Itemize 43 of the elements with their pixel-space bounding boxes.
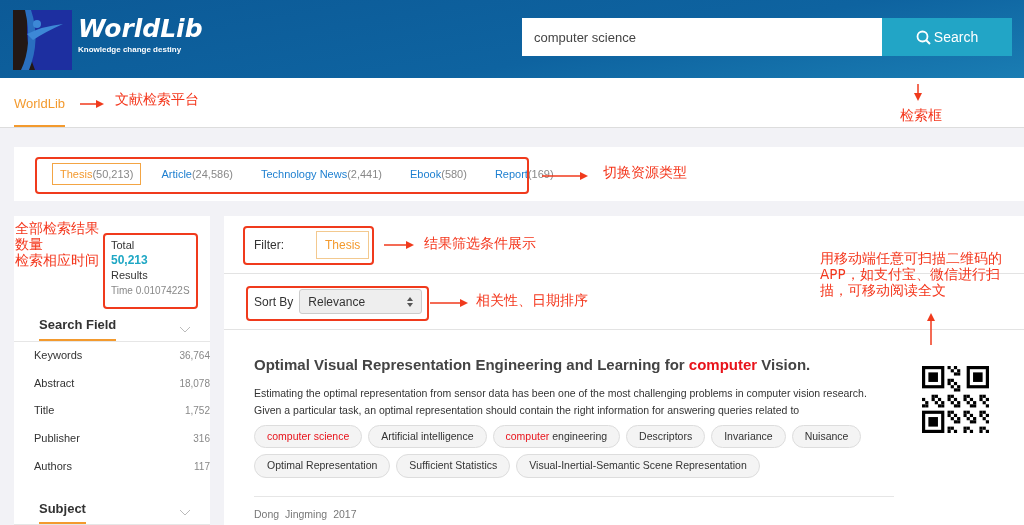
sort-select[interactable]: Relevance [299, 289, 423, 314]
resource-tab[interactable]: Thesis(50,213) [52, 162, 142, 186]
filter-label: Filter: [254, 236, 284, 254]
keyword-tag[interactable]: Nuisance [791, 424, 862, 449]
facet-title: Subject [39, 493, 86, 525]
author-name[interactable]: Dong [254, 507, 280, 523]
search-time: Time 0.0107422S [111, 284, 191, 298]
author-name[interactable]: Jingming [285, 507, 328, 523]
result-title[interactable]: Optimal Visual Representation Engineering and Learning for computer Vision. [254, 354, 894, 377]
annotation-text: 文献检索平台 [115, 91, 199, 107]
keyword-tag[interactable]: computer engineering [492, 424, 621, 449]
facet-item[interactable]: Keywords 36,764 [14, 341, 210, 370]
keyword-tag[interactable]: Visual-Inertial-Semantic Scene Representation [516, 454, 760, 478]
logo-tagline: Knowledge change destiny [78, 44, 183, 56]
annotation-text: 检索框 [900, 107, 942, 123]
results-label: Results [111, 268, 149, 283]
annotation-text: 相关性、日期排序 [476, 292, 588, 308]
keyword-tag[interactable]: Descriptors [626, 424, 706, 449]
total-count: 50,213 [111, 253, 149, 268]
keyword-tag[interactable]: Optimal Representation [254, 454, 391, 478]
logo-title: WorldLib [78, 16, 203, 41]
search-field[interactable]: computer science [522, 18, 882, 56]
annotation-text: 切换资源类型 [603, 164, 687, 180]
keyword-tag[interactable]: Sufficient Statistics [396, 454, 511, 478]
facet-item[interactable]: Authors 117 [14, 452, 210, 480]
facet-item[interactable]: Abstract 18,078 [14, 369, 210, 397]
facet-item[interactable]: Title 1,752 [14, 396, 210, 425]
keyword-tag[interactable]: computer science [254, 424, 363, 449]
resource-tab[interactable]: Ebook(580) [402, 162, 475, 186]
annotation-text: 全部检索结果 数量 检索相应时间 [15, 220, 99, 268]
facet-item[interactable]: Publisher 316 [14, 424, 210, 453]
result-abstract: Estimating the optimal representation from sensor data has been one of the most challenging problems in computer vision research. Given a particular task, an optimal representation should contain the right information for answering queries related to [254, 385, 868, 418]
facet-title: Search Field [39, 310, 117, 341]
annotation-text: 用移动端任意可扫描二维码的 APP，如支付宝、微信进行扫 描，可移动阅读全文 [820, 250, 1002, 298]
annotation-text: 结果筛选条件展示 [424, 235, 536, 251]
resource-tab[interactable]: Article(24,586) [153, 162, 241, 186]
sort-label: Sort By [254, 293, 294, 311]
keyword-tag[interactable]: Artificial intelligence [368, 424, 487, 449]
result-year: 2017 [333, 507, 357, 522]
resource-tab[interactable]: Report(169) [486, 162, 562, 186]
keyword-tag[interactable]: Invariance [711, 424, 786, 449]
resource-tab[interactable]: Technology News(2,441) [252, 162, 390, 186]
total-label: Total [111, 238, 136, 253]
